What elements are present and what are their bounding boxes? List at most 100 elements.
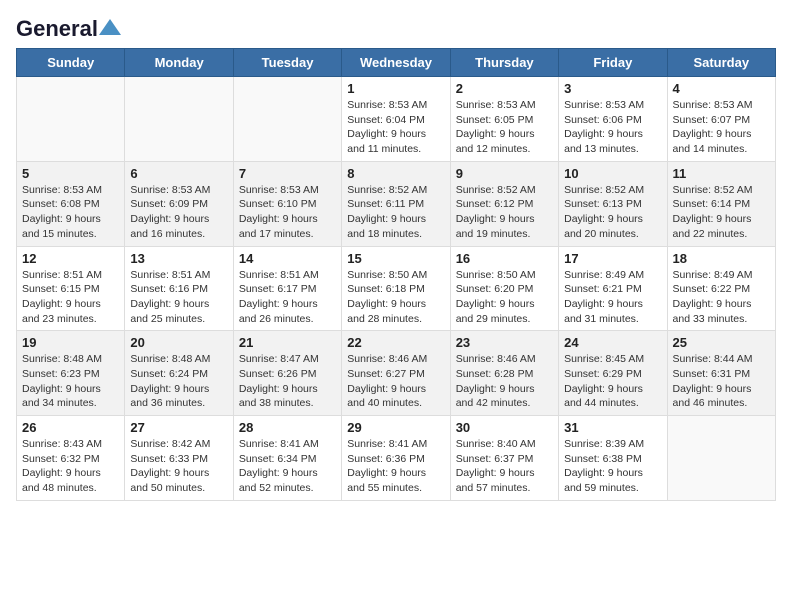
cell-text: Sunrise: 8:51 AM Sunset: 6:17 PM Dayligh… bbox=[239, 268, 336, 327]
calendar-cell: 18Sunrise: 8:49 AM Sunset: 6:22 PM Dayli… bbox=[667, 246, 775, 331]
calendar-week-row-5: 26 Sunrise: 8:43 AM Sunset: 6:32 PM Dayli… bbox=[17, 416, 776, 501]
calendar-cell: 25 Sunrise: 8:44 AM Sunset: 6:31 PM Dayli… bbox=[667, 331, 775, 416]
calendar-cell: 13Sunrise: 8:51 AM Sunset: 6:16 PM Dayli… bbox=[125, 246, 233, 331]
day-number: 28 bbox=[239, 420, 336, 435]
calendar-cell bbox=[667, 416, 775, 501]
day-number: 13 bbox=[130, 251, 227, 266]
calendar-cell: 7 Sunrise: 8:53 AM Sunset: 6:10 PM Daylig… bbox=[233, 161, 341, 246]
day-number: 30 bbox=[456, 420, 553, 435]
calendar-header-tuesday: Tuesday bbox=[233, 49, 341, 77]
day-number: 15 bbox=[347, 251, 444, 266]
day-number: 21 bbox=[239, 335, 336, 350]
calendar-week-row-3: 12 Sunrise: 8:51 AM Sunset: 6:15 PM Dayli… bbox=[17, 246, 776, 331]
calendar-cell: 31 Sunrise: 8:39 AM Sunset: 6:38 PM Dayli… bbox=[559, 416, 667, 501]
calendar-cell: 8 Sunrise: 8:52 AM Sunset: 6:11 PM Daylig… bbox=[342, 161, 450, 246]
calendar-cell: 10 Sunrise: 8:52 AM Sunset: 6:13 PM Dayli… bbox=[559, 161, 667, 246]
day-number: 9 bbox=[456, 166, 553, 181]
calendar-cell bbox=[125, 77, 233, 162]
cell-text: Sunrise: 8:53 AM Sunset: 6:04 PM Dayligh… bbox=[347, 98, 444, 157]
cell-text: Sunrise: 8:49 AM Sunset: 6:22 PM Dayligh… bbox=[673, 268, 770, 327]
calendar-cell: 29 Sunrise: 8:41 AM Sunset: 6:36 PM Dayli… bbox=[342, 416, 450, 501]
calendar-header-sunday: Sunday bbox=[17, 49, 125, 77]
day-number: 17 bbox=[564, 251, 661, 266]
calendar-header-row: SundayMondayTuesdayWednesdayThursdayFrid… bbox=[17, 49, 776, 77]
logo: General bbox=[16, 16, 121, 38]
day-number: 1 bbox=[347, 81, 444, 96]
logo-general: General bbox=[16, 16, 98, 42]
cell-text: Sunrise: 8:46 AM Sunset: 6:27 PM Dayligh… bbox=[347, 352, 444, 411]
cell-text: Sunrise: 8:39 AM Sunset: 6:38 PM Dayligh… bbox=[564, 437, 661, 496]
cell-text: Sunrise: 8:52 AM Sunset: 6:13 PM Dayligh… bbox=[564, 183, 661, 242]
calendar-cell: 3 Sunrise: 8:53 AM Sunset: 6:06 PM Daylig… bbox=[559, 77, 667, 162]
calendar-cell: 21 Sunrise: 8:47 AM Sunset: 6:26 PM Dayli… bbox=[233, 331, 341, 416]
calendar-week-row-1: 1 Sunrise: 8:53 AM Sunset: 6:04 PM Daylig… bbox=[17, 77, 776, 162]
cell-text: Sunrise: 8:48 AM Sunset: 6:24 PM Dayligh… bbox=[130, 352, 227, 411]
day-number: 3 bbox=[564, 81, 661, 96]
cell-text: Sunrise: 8:52 AM Sunset: 6:14 PM Dayligh… bbox=[673, 183, 770, 242]
cell-text: Sunrise: 8:52 AM Sunset: 6:12 PM Dayligh… bbox=[456, 183, 553, 242]
day-number: 11 bbox=[673, 166, 770, 181]
cell-text: Sunrise: 8:50 AM Sunset: 6:18 PM Dayligh… bbox=[347, 268, 444, 327]
cell-text: Sunrise: 8:53 AM Sunset: 6:06 PM Dayligh… bbox=[564, 98, 661, 157]
calendar-cell: 22Sunrise: 8:46 AM Sunset: 6:27 PM Dayli… bbox=[342, 331, 450, 416]
cell-text: Sunrise: 8:50 AM Sunset: 6:20 PM Dayligh… bbox=[456, 268, 553, 327]
day-number: 26 bbox=[22, 420, 119, 435]
calendar-cell: 20 Sunrise: 8:48 AM Sunset: 6:24 PM Dayli… bbox=[125, 331, 233, 416]
calendar-week-row-2: 5 Sunrise: 8:53 AM Sunset: 6:08 PM Daylig… bbox=[17, 161, 776, 246]
day-number: 2 bbox=[456, 81, 553, 96]
cell-text: Sunrise: 8:51 AM Sunset: 6:15 PM Dayligh… bbox=[22, 268, 119, 327]
calendar-cell: 5 Sunrise: 8:53 AM Sunset: 6:08 PM Daylig… bbox=[17, 161, 125, 246]
calendar-cell: 14 Sunrise: 8:51 AM Sunset: 6:17 PM Dayli… bbox=[233, 246, 341, 331]
calendar-header-thursday: Thursday bbox=[450, 49, 558, 77]
cell-text: Sunrise: 8:40 AM Sunset: 6:37 PM Dayligh… bbox=[456, 437, 553, 496]
cell-text: Sunrise: 8:48 AM Sunset: 6:23 PM Dayligh… bbox=[22, 352, 119, 411]
day-number: 29 bbox=[347, 420, 444, 435]
cell-text: Sunrise: 8:53 AM Sunset: 6:07 PM Dayligh… bbox=[673, 98, 770, 157]
calendar-header-monday: Monday bbox=[125, 49, 233, 77]
header: General bbox=[16, 16, 776, 38]
calendar-cell bbox=[233, 77, 341, 162]
calendar-cell: 23 Sunrise: 8:46 AM Sunset: 6:28 PM Dayli… bbox=[450, 331, 558, 416]
calendar-table: SundayMondayTuesdayWednesdayThursdayFrid… bbox=[16, 48, 776, 501]
day-number: 10 bbox=[564, 166, 661, 181]
day-number: 4 bbox=[673, 81, 770, 96]
day-number: 19 bbox=[22, 335, 119, 350]
cell-text: Sunrise: 8:52 AM Sunset: 6:11 PM Dayligh… bbox=[347, 183, 444, 242]
cell-text: Sunrise: 8:53 AM Sunset: 6:10 PM Dayligh… bbox=[239, 183, 336, 242]
calendar-cell: 1 Sunrise: 8:53 AM Sunset: 6:04 PM Daylig… bbox=[342, 77, 450, 162]
cell-text: Sunrise: 8:43 AM Sunset: 6:32 PM Dayligh… bbox=[22, 437, 119, 496]
day-number: 8 bbox=[347, 166, 444, 181]
day-number: 25 bbox=[673, 335, 770, 350]
cell-text: Sunrise: 8:46 AM Sunset: 6:28 PM Dayligh… bbox=[456, 352, 553, 411]
calendar-cell: 12 Sunrise: 8:51 AM Sunset: 6:15 PM Dayli… bbox=[17, 246, 125, 331]
cell-text: Sunrise: 8:44 AM Sunset: 6:31 PM Dayligh… bbox=[673, 352, 770, 411]
day-number: 5 bbox=[22, 166, 119, 181]
day-number: 14 bbox=[239, 251, 336, 266]
cell-text: Sunrise: 8:45 AM Sunset: 6:29 PM Dayligh… bbox=[564, 352, 661, 411]
cell-text: Sunrise: 8:42 AM Sunset: 6:33 PM Dayligh… bbox=[130, 437, 227, 496]
calendar-cell: 4 Sunrise: 8:53 AM Sunset: 6:07 PM Daylig… bbox=[667, 77, 775, 162]
calendar-cell: 15 Sunrise: 8:50 AM Sunset: 6:18 PM Dayli… bbox=[342, 246, 450, 331]
cell-text: Sunrise: 8:41 AM Sunset: 6:36 PM Dayligh… bbox=[347, 437, 444, 496]
calendar-cell bbox=[17, 77, 125, 162]
cell-text: Sunrise: 8:47 AM Sunset: 6:26 PM Dayligh… bbox=[239, 352, 336, 411]
cell-text: Sunrise: 8:49 AM Sunset: 6:21 PM Dayligh… bbox=[564, 268, 661, 327]
day-number: 7 bbox=[239, 166, 336, 181]
calendar-cell: 6Sunrise: 8:53 AM Sunset: 6:09 PM Daylig… bbox=[125, 161, 233, 246]
cell-text: Sunrise: 8:53 AM Sunset: 6:09 PM Dayligh… bbox=[130, 183, 227, 242]
day-number: 24 bbox=[564, 335, 661, 350]
day-number: 12 bbox=[22, 251, 119, 266]
cell-text: Sunrise: 8:53 AM Sunset: 6:08 PM Dayligh… bbox=[22, 183, 119, 242]
day-number: 27 bbox=[130, 420, 227, 435]
calendar-cell: 17 Sunrise: 8:49 AM Sunset: 6:21 PM Dayli… bbox=[559, 246, 667, 331]
calendar-week-row-4: 19 Sunrise: 8:48 AM Sunset: 6:23 PM Dayli… bbox=[17, 331, 776, 416]
calendar-cell: 2 Sunrise: 8:53 AM Sunset: 6:05 PM Daylig… bbox=[450, 77, 558, 162]
calendar-cell: 27 Sunrise: 8:42 AM Sunset: 6:33 PM Dayli… bbox=[125, 416, 233, 501]
calendar-cell: 28Sunrise: 8:41 AM Sunset: 6:34 PM Dayli… bbox=[233, 416, 341, 501]
day-number: 23 bbox=[456, 335, 553, 350]
calendar-cell: 16Sunrise: 8:50 AM Sunset: 6:20 PM Dayli… bbox=[450, 246, 558, 331]
day-number: 31 bbox=[564, 420, 661, 435]
day-number: 20 bbox=[130, 335, 227, 350]
cell-text: Sunrise: 8:53 AM Sunset: 6:05 PM Dayligh… bbox=[456, 98, 553, 157]
calendar-header-friday: Friday bbox=[559, 49, 667, 77]
